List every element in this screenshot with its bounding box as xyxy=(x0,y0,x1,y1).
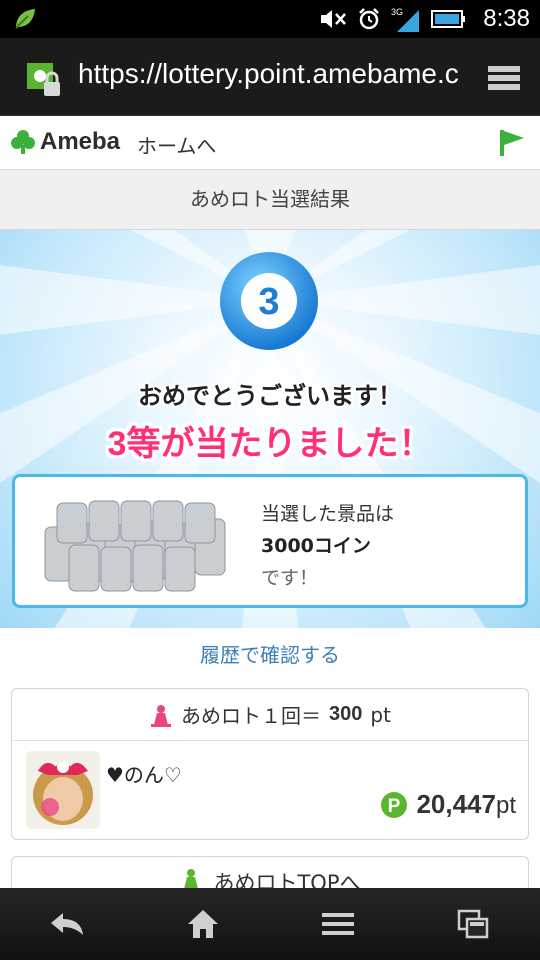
won-message: 3等が当たりました！ xyxy=(107,425,433,463)
menu-button[interactable] xyxy=(298,894,378,954)
alarm-icon xyxy=(359,8,380,30)
cost-label: あめロト１回＝ xyxy=(181,704,322,728)
mute-icon xyxy=(321,10,347,28)
user-points-card: あめロト１回＝ 300 pt ♥のん♡ P 20,447pt xyxy=(11,688,529,840)
menu-icon xyxy=(321,913,354,935)
recent-apps-icon xyxy=(457,909,488,939)
ameba-header: Ameba ホームへ xyxy=(0,116,540,170)
web-page: Ameba ホームへ あめロト当選結果 3 おめでとうございます！ 3等が当たり… xyxy=(0,116,540,888)
congratulations-text: おめでとうございます！ xyxy=(138,383,402,410)
home-link[interactable]: ホームへ xyxy=(137,130,216,159)
username: ♥のん♡ xyxy=(106,763,182,787)
prize-value: 3000コイン xyxy=(261,535,371,557)
top-link-label: あめロトTOPへ xyxy=(213,871,361,888)
points-unit: pt xyxy=(495,792,516,819)
prize-intro-text: 当選した景品は xyxy=(261,503,395,525)
cost-info: あめロト１回＝ 300 pt xyxy=(12,689,528,741)
cost-value: 300 xyxy=(329,703,363,725)
points-value-wrap: 20,447pt xyxy=(416,789,516,820)
browser-address-bar: https://lottery.point.amebame.c xyxy=(0,38,540,116)
result-banner: 3 おめでとうございます！ 3等が当たりました！ 当選した景品は 3000コイン… xyxy=(0,230,540,628)
ameba-logo-text: Ameba xyxy=(40,128,121,155)
home-button[interactable] xyxy=(163,894,243,954)
system-nav-bar xyxy=(0,888,540,960)
status-bar: 3G 8:38 xyxy=(0,0,540,38)
prize-box: 当選した景品は 3000コイン です！ xyxy=(12,474,528,608)
svg-text:P: P xyxy=(388,796,401,817)
url-field[interactable]: https://lottery.point.amebame.c xyxy=(78,58,458,90)
cost-unit: pt xyxy=(370,702,391,727)
ameba-clover-icon xyxy=(11,130,35,154)
point-p-icon: P xyxy=(381,791,408,818)
secure-site-lock-icon[interactable] xyxy=(26,62,62,98)
network-type-label: 3G xyxy=(391,7,403,17)
ameba-logo[interactable]: Ameba xyxy=(10,128,120,156)
user-row: ♥のん♡ P 20,447pt xyxy=(12,741,528,839)
user-avatar[interactable] xyxy=(26,751,100,829)
home-icon xyxy=(187,910,218,938)
top-link-button[interactable]: あめロトTOPへ xyxy=(11,856,529,888)
lottery-person-icon xyxy=(184,869,199,888)
points-balance: P 20,447pt xyxy=(380,789,516,820)
leaf-notification-icon xyxy=(15,9,35,29)
page-title: あめロト当選結果 xyxy=(0,170,540,230)
lottery-ball-icon: 3 xyxy=(220,252,318,350)
ball-number: 3 xyxy=(258,281,279,323)
flag-icon[interactable] xyxy=(498,128,526,158)
back-arrow-icon xyxy=(50,913,83,935)
clock-time: 8:38 xyxy=(483,5,530,32)
recent-apps-button[interactable] xyxy=(433,894,513,954)
battery-icon xyxy=(431,10,466,28)
browser-tabs-icon[interactable] xyxy=(486,64,522,92)
back-button[interactable] xyxy=(28,894,108,954)
history-link[interactable]: 履歴で確認する xyxy=(0,628,540,688)
lottery-person-icon xyxy=(151,704,172,727)
points-value: 20,447 xyxy=(416,789,496,819)
signal-icon: 3G xyxy=(391,7,420,32)
coins-icon xyxy=(44,500,226,592)
prize-suffix-text: です！ xyxy=(261,567,319,589)
